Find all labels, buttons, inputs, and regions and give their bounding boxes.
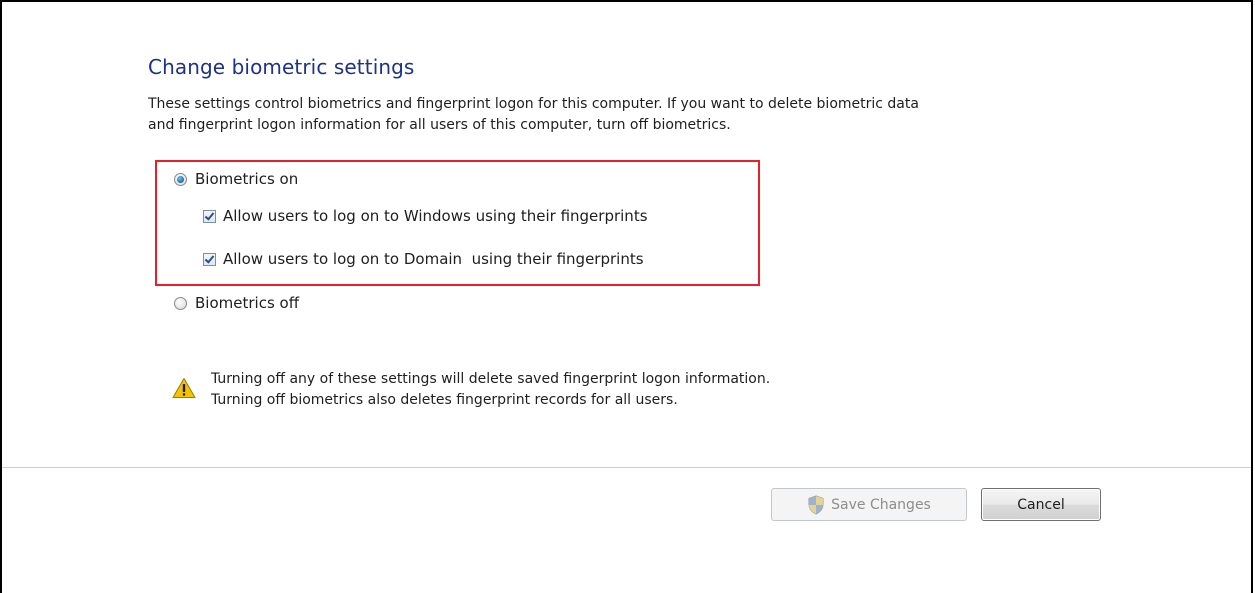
warning-message: Turning off any of these settings will d… <box>172 369 770 411</box>
cancel-button[interactable]: Cancel <box>981 488 1101 521</box>
biometrics-on-radio[interactable] <box>174 172 187 186</box>
warning-line-1: Turning off any of these settings will d… <box>211 371 771 387</box>
allow-domain-logon-label: Allow users to log on to Domain using th… <box>223 250 644 268</box>
description: These settings control biometrics and fi… <box>148 94 1128 136</box>
biometrics-on-option[interactable]: Biometrics on <box>174 170 298 188</box>
save-changes-label: Save Changes <box>831 496 931 513</box>
footer-divider <box>2 467 1251 468</box>
cancel-label: Cancel <box>1017 496 1065 513</box>
warning-line-2: Turning off biometrics also deletes fing… <box>211 392 678 408</box>
allow-windows-logon-checkbox[interactable] <box>203 209 216 223</box>
page-title: Change biometric settings <box>148 55 415 79</box>
description-line-1: These settings control biometrics and fi… <box>148 96 919 112</box>
biometrics-on-label: Biometrics on <box>195 170 299 188</box>
biometrics-off-option[interactable]: Biometrics off <box>174 294 299 312</box>
biometrics-off-label: Biometrics off <box>195 294 300 312</box>
description-line-2: and fingerprint logon information for al… <box>148 117 731 133</box>
biometrics-off-radio[interactable] <box>174 296 187 310</box>
allow-domain-logon-checkbox[interactable] <box>203 252 216 266</box>
warning-icon <box>172 378 196 398</box>
uac-shield-icon <box>808 494 824 515</box>
allow-windows-logon-option[interactable]: Allow users to log on to Windows using t… <box>203 207 648 225</box>
allow-windows-logon-label: Allow users to log on to Windows using t… <box>223 207 648 225</box>
save-changes-button[interactable]: Save Changes <box>771 488 967 521</box>
allow-domain-logon-option[interactable]: Allow users to log on to Domain using th… <box>203 250 644 268</box>
